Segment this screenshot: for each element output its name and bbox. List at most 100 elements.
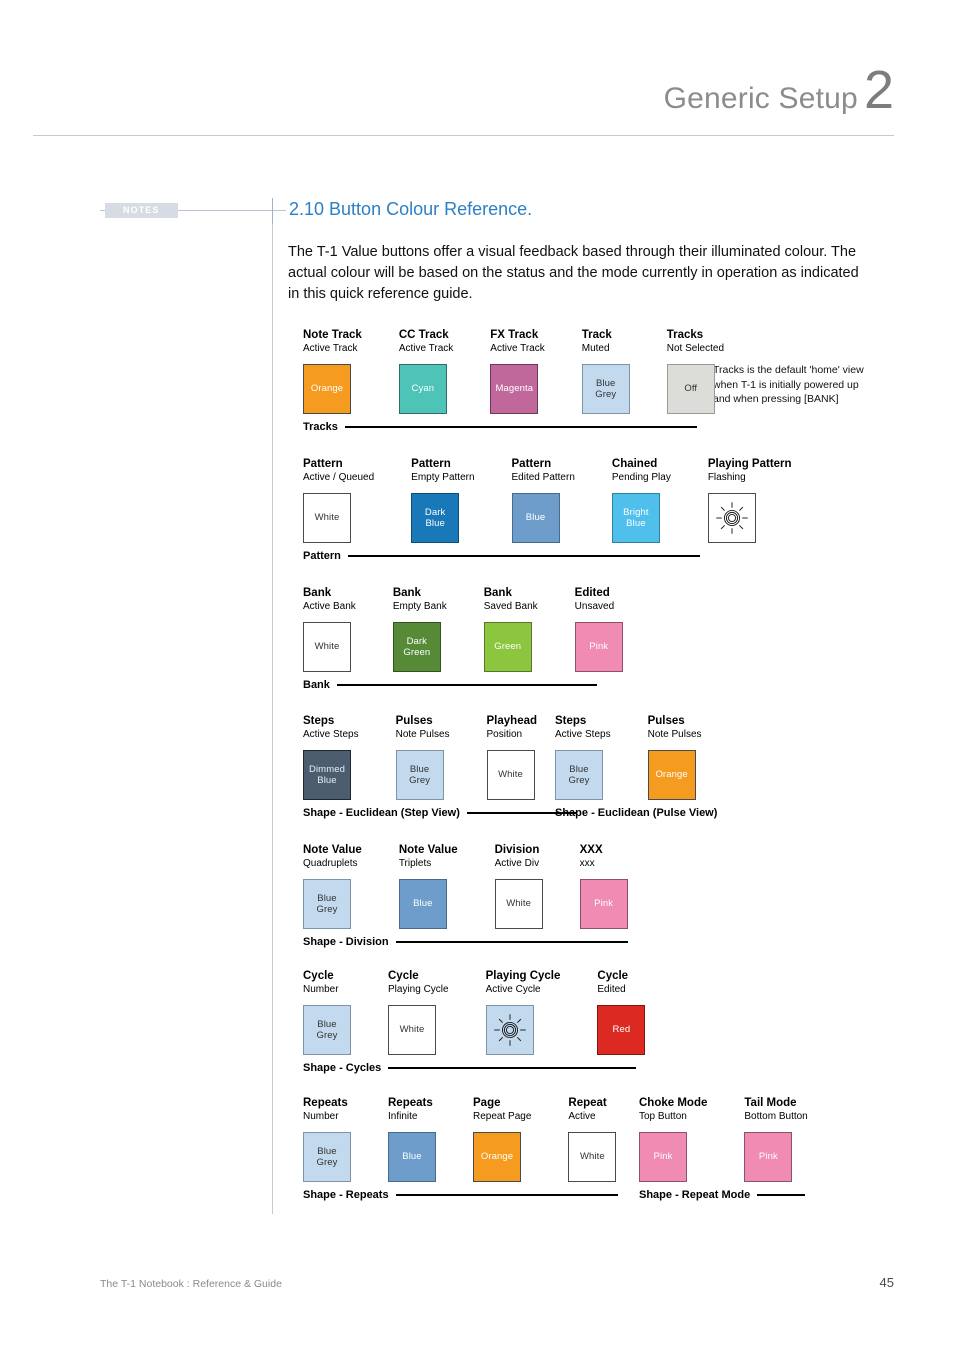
colour-swatch[interactable]: Dimmed Blue	[303, 750, 351, 800]
colour-swatch[interactable]: Red	[597, 1005, 646, 1055]
colour-item: Pattern Active / Queued White	[303, 457, 374, 543]
group-pattern: Pattern Active / Queued White Pattern Empty …	[303, 457, 792, 562]
colour-swatch[interactable]: White	[486, 750, 535, 800]
colour-swatch[interactable]: Blue Grey	[581, 364, 630, 414]
colour-swatch[interactable]: Blue	[511, 493, 560, 543]
colour-swatch[interactable]: Blue Grey	[303, 879, 351, 929]
colour-item-title: Bank	[303, 587, 332, 599]
colour-item: CC Track Active Track Cyan	[398, 328, 454, 414]
colour-item-title: Bank	[483, 587, 512, 599]
colour-item-subtitle: Playing Cycle	[388, 984, 449, 995]
colour-item-subtitle: Active Track	[398, 343, 454, 354]
colour-swatch[interactable]: Blue Grey	[303, 1005, 351, 1055]
colour-swatch[interactable]: Blue Grey	[555, 750, 603, 800]
colour-item-title: Repeats	[388, 1097, 433, 1109]
colour-swatch-label: Dark Green	[403, 635, 431, 659]
colour-item-title: Tail Mode	[744, 1097, 797, 1109]
colour-swatch[interactable]: Blue	[398, 879, 447, 929]
colour-item-title: XXX	[579, 844, 603, 856]
colour-item-subtitle: Active Steps	[303, 729, 359, 740]
group-footer-shape-division: Shape - Division	[303, 936, 628, 948]
colour-item: Repeats Infinite Blue	[388, 1096, 436, 1182]
notes-badge: NOTES	[105, 203, 178, 218]
colour-item-title: Repeat	[568, 1097, 607, 1109]
colour-swatch[interactable]: Dark Blue	[411, 493, 460, 543]
colour-swatch[interactable]: Pink	[639, 1132, 687, 1182]
colour-item-subtitle: Number	[303, 1111, 339, 1122]
colour-swatch[interactable]: Blue Grey	[303, 1132, 351, 1182]
colour-swatch[interactable]: Cyan	[398, 364, 447, 414]
colour-swatch-label: White	[399, 1024, 425, 1036]
page-title: Generic Setup	[663, 82, 858, 115]
colour-swatch[interactable]: Off	[666, 364, 715, 414]
colour-swatch[interactable]: Pink	[744, 1132, 793, 1182]
group-items-shape-cycles: Cycle Number Blue Grey Cycle Playing Cycle Whi…	[303, 969, 646, 1055]
colour-item-subtitle: Infinite	[388, 1111, 418, 1122]
group-bank: Bank Active Bank White Bank Empty Bank Dark Gr…	[303, 586, 623, 691]
group-footer-rule	[388, 1067, 637, 1069]
colour-swatch[interactable]: Blue	[388, 1132, 436, 1182]
colour-item: Division Active Div White	[494, 843, 543, 929]
colour-swatch[interactable]: Bright Blue	[611, 493, 660, 543]
colour-item: Tracks Not Selected Off	[666, 328, 725, 414]
group-shape-cycles: Cycle Number Blue Grey Cycle Playing Cycle Whi…	[303, 969, 646, 1074]
colour-swatch-label: Orange	[480, 1151, 514, 1163]
colour-swatch[interactable]	[707, 493, 756, 543]
colour-item: Note Track Active Track Orange	[303, 328, 362, 414]
group-footer-rule	[395, 941, 628, 943]
colour-item: XXX xxx Pink	[579, 843, 628, 929]
colour-swatch-label: Bright Blue	[623, 506, 649, 530]
footer-document-title: The T-1 Notebook : Reference & Guide	[100, 1278, 282, 1290]
colour-item-subtitle: Active Bank	[303, 601, 356, 612]
colour-item-title: Cycle	[303, 970, 334, 982]
colour-swatch-label: Pink	[653, 1151, 673, 1163]
colour-swatch-label: Blue Grey	[316, 1018, 338, 1042]
colour-item: Chained Pending Play Bright Blue	[611, 457, 671, 543]
colour-swatch[interactable]: White	[568, 1132, 617, 1182]
colour-item-title: Pattern	[411, 458, 451, 470]
group-items-shape-repeats: Repeats Number Blue Grey Repeats Infinite Blue…	[303, 1096, 618, 1182]
colour-item-subtitle: Active	[568, 1111, 596, 1122]
colour-swatch[interactable]: Pink	[574, 622, 623, 672]
sunburst-icon	[493, 1014, 526, 1046]
colour-item-title: Repeats	[303, 1097, 348, 1109]
group-footer-shape-euclidean-pulse: Shape - Euclidean (Pulse View)	[555, 807, 717, 819]
colour-item-subtitle: Not Selected	[666, 343, 725, 354]
group-footer-label: Tracks	[303, 421, 338, 433]
group-footer-tracks: Tracks	[303, 421, 724, 433]
colour-item-subtitle: Active / Queued	[303, 472, 375, 483]
colour-item-subtitle: Active Div	[494, 858, 540, 869]
colour-item-subtitle: Position	[486, 729, 523, 740]
colour-item-title: Pattern	[511, 458, 552, 470]
colour-swatch-label: Cyan	[411, 383, 435, 395]
colour-swatch[interactable]: White	[303, 493, 351, 543]
group-items-tracks: Note Track Active Track Orange CC Track Acti…	[303, 328, 724, 414]
colour-item: Playhead Position White	[486, 714, 537, 800]
colour-swatch[interactable]: Dark Green	[392, 622, 441, 672]
colour-swatch[interactable]: Pink	[579, 879, 628, 929]
group-items-shape-euclidean-step: Steps Active Steps Dimmed Blue Pulses Note Pu…	[303, 714, 577, 800]
colour-swatch-label: White	[314, 641, 340, 653]
colour-swatch[interactable]: Green	[483, 622, 532, 672]
colour-item-subtitle: Muted	[581, 343, 610, 354]
colour-swatch[interactable]: White	[494, 879, 543, 929]
group-items-shape-division: Note Value Quadruplets Blue Grey Note Value T…	[303, 843, 628, 929]
colour-swatch-label: Blue Grey	[409, 763, 431, 787]
notes-marker: NOTES	[100, 203, 286, 218]
colour-item: Pulses Note Pulses Blue Grey	[395, 714, 450, 800]
colour-swatch[interactable]: White	[388, 1005, 436, 1055]
colour-item-title: Page	[473, 1097, 501, 1109]
group-shape-repeat-mode: Choke Mode Top Button Pink Tail Mode Bottom …	[639, 1096, 808, 1201]
colour-swatch[interactable]: Orange	[647, 750, 696, 800]
colour-item-subtitle: Saved Bank	[483, 601, 538, 612]
colour-swatch[interactable]: White	[303, 622, 351, 672]
page-header: Generic Setup 2	[0, 0, 954, 140]
group-footer-label: Bank	[303, 679, 330, 691]
colour-swatch[interactable]: Orange	[473, 1132, 521, 1182]
colour-swatch[interactable]: Orange	[303, 364, 351, 414]
colour-swatch[interactable]: Magenta	[490, 364, 539, 414]
colour-swatch[interactable]: Blue Grey	[395, 750, 444, 800]
colour-item: Bank Saved Bank Green	[483, 586, 538, 672]
colour-swatch[interactable]	[485, 1005, 534, 1055]
colour-swatch-label: Red	[612, 1024, 631, 1036]
